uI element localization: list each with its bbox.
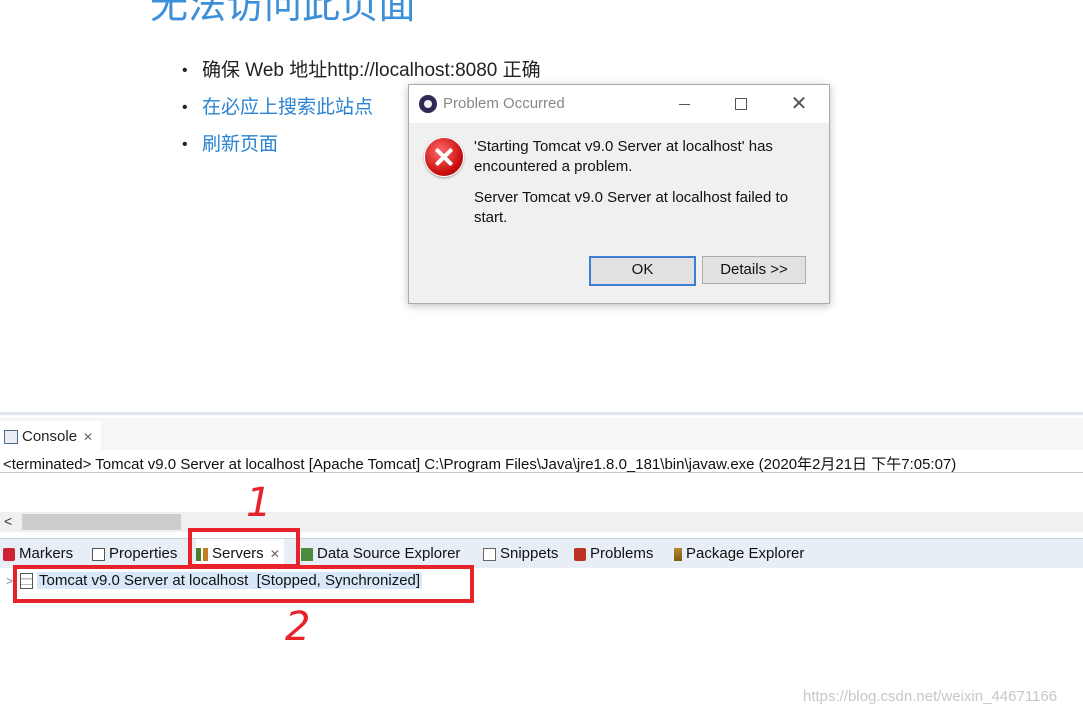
dialog-titlebar[interactable]: Problem Occurred ✕: [409, 85, 829, 123]
console-tabbar: Console ✕: [0, 418, 1083, 453]
tab-problems-label: Problems: [590, 545, 654, 562]
tab-markers-label: Markers: [19, 545, 74, 562]
package-explorer-icon: [674, 547, 682, 561]
data-source-icon: [301, 547, 313, 561]
divider: [0, 472, 1083, 473]
tab-markers[interactable]: Markers: [3, 539, 73, 568]
properties-icon: [92, 547, 105, 561]
scroll-left-icon[interactable]: <: [4, 513, 12, 529]
minimize-icon: [678, 103, 690, 105]
dialog-message-primary: 'Starting Tomcat v9.0 Server at localhos…: [474, 138, 773, 175]
maximize-button[interactable]: [721, 89, 761, 119]
problems-icon: [574, 547, 586, 561]
details-button[interactable]: Details >>: [702, 256, 806, 284]
tab-properties[interactable]: Properties: [92, 539, 177, 568]
ok-button[interactable]: OK: [589, 256, 696, 286]
console-output-line: <terminated> Tomcat v9.0 Server at local…: [3, 456, 957, 473]
tab-snippets-label: Snippets: [500, 545, 559, 562]
error-page-title: 无法访问此页面: [150, 0, 417, 27]
tab-package-explorer-label: Package Explorer: [686, 545, 805, 562]
tab-data-source-label: Data Source Explorer: [317, 545, 461, 562]
snippets-icon: [483, 547, 496, 561]
scrollbar-thumb[interactable]: [22, 514, 181, 530]
console-icon: [4, 430, 18, 445]
minimize-button[interactable]: [664, 89, 704, 119]
problem-occurred-dialog: Problem Occurred ✕ 'Starting Tomcat v9.0…: [408, 84, 830, 304]
console-view: Console ✕ <terminated> Tomcat v9.0 Server…: [0, 412, 1083, 540]
markers-icon: [3, 547, 15, 561]
tab-package-explorer[interactable]: Package Explorer: [674, 539, 804, 568]
tab-console[interactable]: Console ✕: [0, 421, 102, 453]
annotation-number-1: 1: [246, 480, 272, 526]
annotation-box-server-row: [13, 565, 474, 603]
tab-properties-label: Properties: [109, 545, 178, 562]
tab-console-label: Console: [22, 428, 78, 445]
tab-data-source-explorer[interactable]: Data Source Explorer: [301, 539, 460, 568]
horizontal-scrollbar[interactable]: <: [0, 512, 1083, 532]
maximize-icon: [735, 98, 747, 111]
eclipse-icon: [419, 95, 437, 113]
dialog-title: Problem Occurred: [443, 95, 565, 112]
annotation-box-servers-tab: [188, 528, 300, 568]
close-button[interactable]: ✕: [779, 89, 819, 119]
annotation-number-2: 2: [285, 604, 311, 650]
error-icon: [424, 137, 464, 177]
dialog-message-secondary: Server Tomcat v9.0 Server at localhost f…: [474, 189, 789, 226]
close-icon[interactable]: ✕: [83, 430, 93, 444]
tab-problems[interactable]: Problems: [574, 539, 653, 568]
tab-snippets[interactable]: Snippets: [483, 539, 558, 568]
watermark: https://blog.csdn.net/weixin_44671166: [803, 688, 1058, 705]
